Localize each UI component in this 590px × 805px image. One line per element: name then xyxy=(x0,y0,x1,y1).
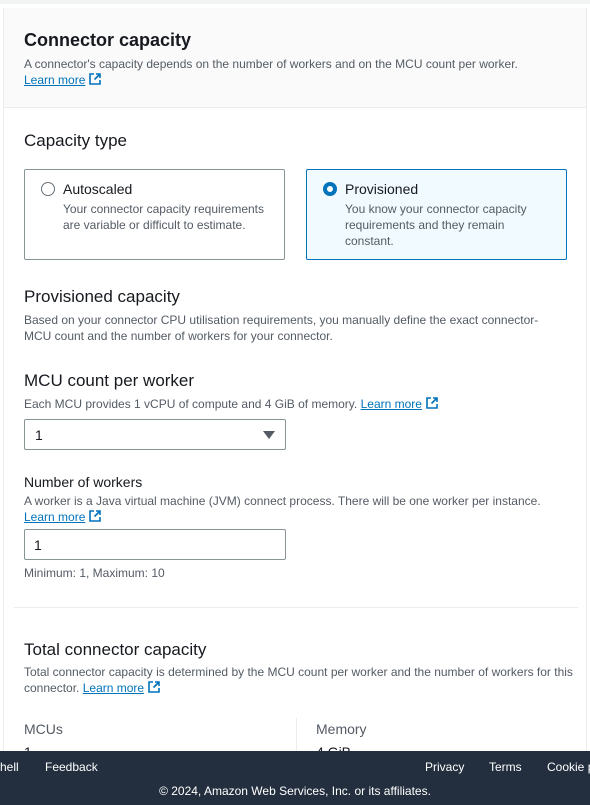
mcu-count-description-text: Each MCU provides 1 vCPU of compute and … xyxy=(24,397,358,411)
total-learn-more-label: Learn more xyxy=(82,681,145,695)
mcu-learn-more-link[interactable]: Learn more xyxy=(361,397,439,411)
workers-learn-more-label: Learn more xyxy=(24,510,86,524)
panel-description: A connector's capacity depends on the nu… xyxy=(24,56,564,88)
mcu-count-description: Each MCU provides 1 vCPU of compute and … xyxy=(24,396,564,412)
mcu-count-heading: MCU count per worker xyxy=(24,371,195,390)
autoscaled-description: Your connector capacity requirements are… xyxy=(63,202,264,232)
panel-title: Connector capacity xyxy=(24,30,192,50)
page: Connector capacity A connector's capacit… xyxy=(0,0,590,805)
footer-cloudshell-link[interactable]: hell xyxy=(0,760,19,774)
footer-cookie-link[interactable]: Cookie p xyxy=(547,760,590,774)
mcu-count-select[interactable]: 1 xyxy=(24,419,286,450)
provisioned-description: You know your connector capacity require… xyxy=(345,202,527,248)
workers-learn-more-link[interactable]: Learn more xyxy=(24,510,102,524)
autoscaled-label: Autoscaled xyxy=(63,181,133,197)
provisioned-radio[interactable] xyxy=(323,182,337,196)
workers-input[interactable] xyxy=(24,529,286,560)
mcus-label: MCUs xyxy=(24,721,63,737)
mcu-count-selected-value: 1 xyxy=(35,427,43,443)
learn-more-label: Learn more xyxy=(24,73,86,87)
footer-copyright: © 2024, Amazon Web Services, Inc. or its… xyxy=(159,784,431,798)
autoscaled-radio[interactable] xyxy=(41,182,55,196)
provisioned-tile[interactable]: Provisioned You know your connector capa… xyxy=(306,169,567,260)
provisioned-label: Provisioned xyxy=(345,181,419,197)
footer-terms-link[interactable]: Terms xyxy=(489,760,522,774)
memory-label: Memory xyxy=(316,721,367,737)
total-capacity-heading: Total connector capacity xyxy=(24,640,207,659)
external-link-icon xyxy=(426,397,438,409)
workers-description: A worker is a Java virtual machine (JVM)… xyxy=(24,493,564,525)
console-footer: hell Feedback Privacy Terms Cookie p © 2… xyxy=(0,751,590,805)
panel-description-text: A connector's capacity depends on the nu… xyxy=(24,57,518,71)
footer-privacy-link[interactable]: Privacy xyxy=(425,760,464,774)
external-link-icon xyxy=(89,73,102,85)
footer-feedback-link[interactable]: Feedback xyxy=(45,760,98,774)
external-link-icon xyxy=(148,681,160,693)
caret-down-icon xyxy=(263,431,275,439)
total-learn-more-link[interactable]: Learn more xyxy=(83,681,161,695)
workers-description-text: A worker is a Java virtual machine (JVM)… xyxy=(24,494,541,508)
total-capacity-description: Total connector capacity is determined b… xyxy=(24,664,574,696)
capacity-type-heading: Capacity type xyxy=(24,131,127,150)
workers-label: Number of workers xyxy=(24,474,143,490)
mcu-learn-more-label: Learn more xyxy=(360,397,422,411)
panel-header: Connector capacity A connector's capacit… xyxy=(4,8,586,108)
connector-capacity-panel: Connector capacity A connector's capacit… xyxy=(3,8,587,805)
workers-constraint: Minimum: 1, Maximum: 10 xyxy=(24,566,165,580)
learn-more-link[interactable]: Learn more xyxy=(24,73,102,87)
autoscaled-tile[interactable]: Autoscaled Your connector capacity requi… xyxy=(24,169,285,260)
provisioned-capacity-description: Based on your connector CPU utilisation … xyxy=(24,313,539,343)
external-link-icon xyxy=(89,510,102,522)
provisioned-capacity-heading: Provisioned capacity xyxy=(24,287,180,306)
section-divider xyxy=(14,607,578,608)
